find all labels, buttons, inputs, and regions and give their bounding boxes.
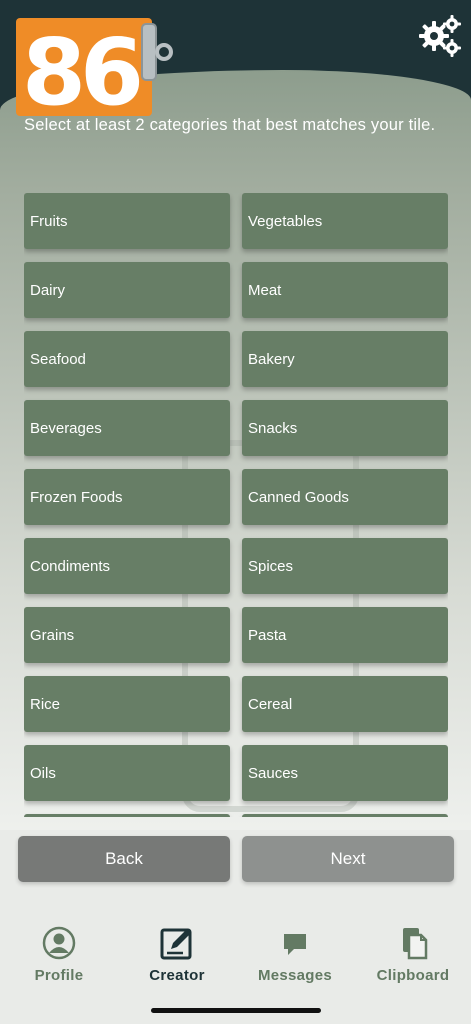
category-vegetables[interactable]: Vegetables — [242, 193, 448, 249]
tab-creator-label: Creator — [149, 967, 205, 984]
tab-clipboard[interactable]: Clipboard — [354, 925, 471, 984]
category-condiments[interactable]: Condiments — [24, 538, 230, 594]
category-seafood[interactable]: Seafood — [24, 331, 230, 387]
category-frozen-foods[interactable]: Frozen Foods — [24, 469, 230, 525]
category-grid: Fruits Vegetables Dairy Meat Seafood Bak… — [24, 193, 448, 817]
creator-icon — [160, 928, 192, 960]
home-indicator — [151, 1008, 321, 1013]
instruction-text: Select at least 2 categories that best m… — [24, 116, 436, 134]
category-partial-left[interactable] — [24, 814, 230, 817]
category-bakery[interactable]: Bakery — [242, 331, 448, 387]
category-snacks[interactable]: Snacks — [242, 400, 448, 456]
tab-clipboard-label: Clipboard — [376, 967, 450, 984]
category-grains[interactable]: Grains — [24, 607, 230, 663]
category-fruits[interactable]: Fruits — [24, 193, 230, 249]
app-logo: 86 — [16, 18, 173, 120]
logo-text: 86 — [22, 19, 140, 120]
category-partial-right[interactable] — [242, 814, 448, 817]
category-pasta[interactable]: Pasta — [242, 607, 448, 663]
tab-profile-label: Profile — [34, 967, 84, 984]
tab-creator[interactable]: Creator — [118, 925, 236, 984]
category-dairy[interactable]: Dairy — [24, 262, 230, 318]
category-spices[interactable]: Spices — [242, 538, 448, 594]
next-button[interactable]: Next — [242, 836, 454, 882]
category-cereal[interactable]: Cereal — [242, 676, 448, 732]
tab-messages-label: Messages — [257, 967, 333, 984]
category-canned-goods[interactable]: Canned Goods — [242, 469, 448, 525]
back-button[interactable]: Back — [18, 836, 230, 882]
profile-icon — [42, 926, 76, 960]
clipboard-icon — [403, 928, 428, 960]
category-beverages[interactable]: Beverages — [24, 400, 230, 456]
tab-messages[interactable]: Messages — [236, 925, 354, 984]
messages-icon — [284, 934, 306, 955]
category-meat[interactable]: Meat — [242, 262, 448, 318]
category-oils[interactable]: Oils — [24, 745, 230, 801]
tab-profile[interactable]: Profile — [0, 925, 118, 984]
bottom-tab-bar: Profile Creator Messages Clipboard — [0, 905, 471, 1024]
category-sauces[interactable]: Sauces — [242, 745, 448, 801]
gears-icon[interactable] — [418, 14, 462, 58]
category-rice[interactable]: Rice — [24, 676, 230, 732]
